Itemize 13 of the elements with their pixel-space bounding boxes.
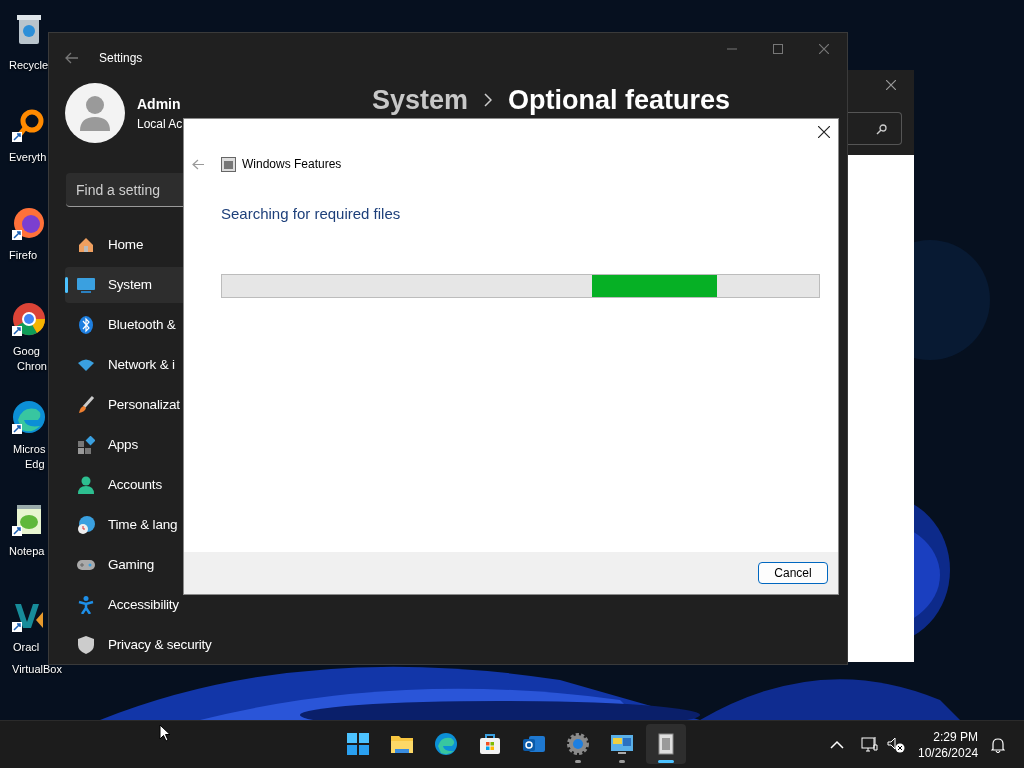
windows-logo-icon: [346, 732, 370, 756]
chevron-up-icon[interactable]: [830, 740, 844, 750]
clock-date[interactable]: 10/26/2024: [918, 745, 979, 761]
browser-icon: [434, 732, 458, 756]
mouse-cursor-icon: [159, 724, 171, 742]
clock-time[interactable]: 2:29 PM: [918, 729, 979, 745]
shopping-bag-icon: [478, 732, 502, 756]
network-icon[interactable]: [861, 736, 879, 754]
speaker-muted-icon[interactable]: [887, 736, 905, 754]
gear-icon: [566, 732, 590, 756]
taskbar-button[interactable]: [646, 724, 686, 764]
control-panel-icon: [610, 732, 634, 756]
bell-icon[interactable]: [991, 737, 1006, 753]
